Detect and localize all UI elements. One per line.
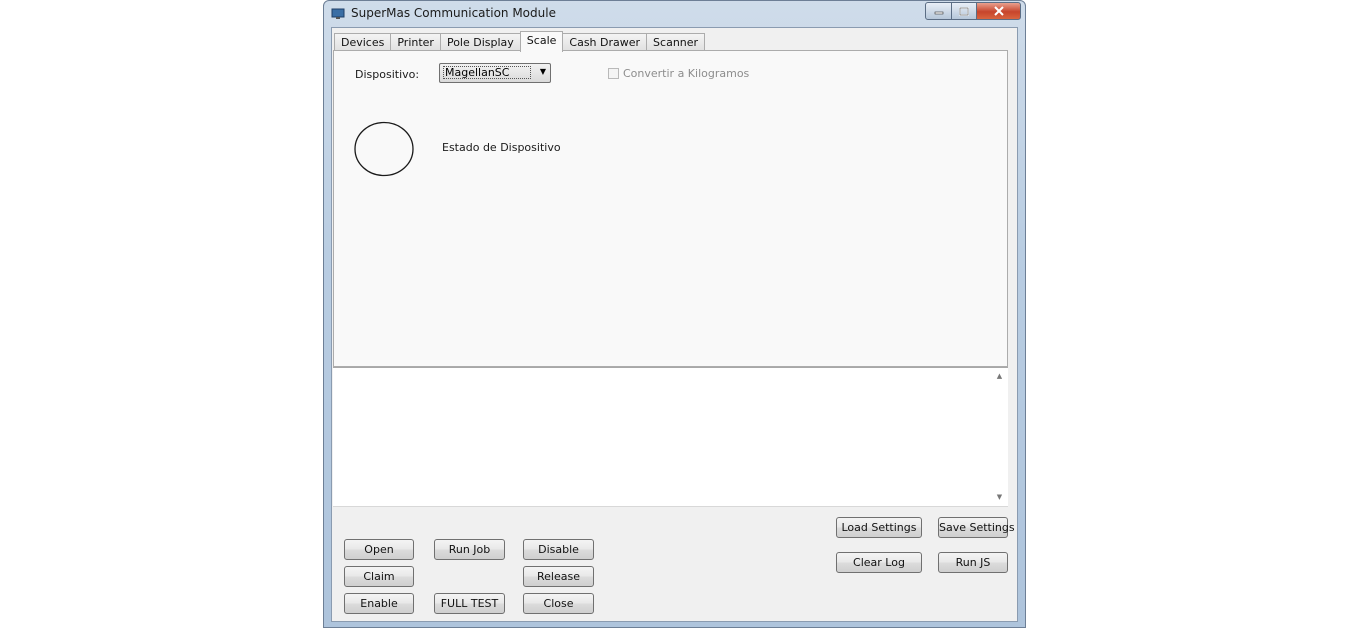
chevron-down-icon: ▼ [539,67,546,76]
device-label: Dispositivo: [355,68,420,81]
enable-button[interactable]: Enable [344,593,414,614]
scroll-down-icon[interactable]: ▼ [991,489,1008,506]
app-window: SuperMas Communication Module Devices Pr… [323,0,1026,628]
client-area: Devices Printer Pole Display Scale Cash … [331,27,1018,622]
run-js-button[interactable]: Run JS [938,552,1008,573]
device-select[interactable]: MagellanSC ▼ [439,63,551,83]
disable-button[interactable]: Disable [523,539,594,560]
claim-button[interactable]: Claim [344,566,414,587]
save-settings-button[interactable]: Save Settings [938,517,1015,538]
close-icon [993,6,1004,16]
tab-scale[interactable]: Scale [519,31,564,52]
device-select-value: MagellanSC [443,66,531,79]
maximize-button[interactable] [951,2,977,20]
tab-cash-drawer[interactable]: Cash Drawer [562,33,648,51]
title-bar[interactable]: SuperMas Communication Module [324,1,1025,27]
tab-pole-display[interactable]: Pole Display [439,33,521,51]
monitor-icon [331,8,345,19]
window-title: SuperMas Communication Module [351,6,556,20]
convert-kilograms-label: Convertir a Kilogramos [623,67,750,80]
release-button[interactable]: Release [523,566,594,587]
tab-strip: Devices Printer Pole Display Scale Cash … [334,31,706,52]
scroll-up-icon[interactable]: ▲ [991,368,1008,385]
convert-kilograms-checkbox[interactable] [608,68,619,79]
device-status-label: Estado de Dispositivo [442,141,561,154]
open-button[interactable]: Open [344,539,414,560]
minimize-icon [934,11,943,15]
run-job-button[interactable]: Run Job [434,539,505,560]
minimize-button[interactable] [925,2,952,20]
log-scrollbar[interactable]: ▲ ▼ [991,368,1008,506]
tab-printer[interactable]: Printer [390,33,441,51]
log-output[interactable]: ▲ ▼ [333,367,1008,507]
tab-devices[interactable]: Devices [334,33,392,51]
load-settings-button[interactable]: Load Settings [836,517,922,538]
close-window-button[interactable] [976,2,1021,20]
close-button[interactable]: Close [523,593,594,614]
clear-log-button[interactable]: Clear Log [836,552,922,573]
scale-tab-panel: Dispositivo: MagellanSC ▼ Convertir a Ki… [333,50,1008,367]
device-status-indicator [354,121,414,177]
maximize-icon [959,6,969,16]
full-test-button[interactable]: FULL TEST [434,593,505,614]
tab-scanner[interactable]: Scanner [646,33,706,51]
